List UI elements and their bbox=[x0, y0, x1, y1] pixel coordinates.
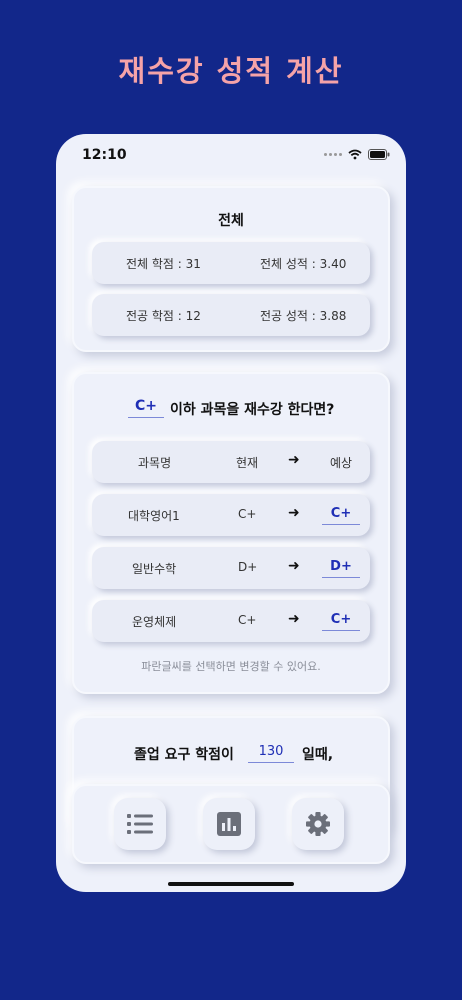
summary-title: 전체 bbox=[218, 213, 244, 229]
arrow-icon: ➜ bbox=[288, 558, 300, 574]
phone-screen: 12:10 전체 전체 학점 : 31 전체 성적 : 3.40 전공 학점 :… bbox=[56, 134, 406, 892]
expected-grade-selector[interactable]: C+ bbox=[322, 506, 360, 525]
threshold-grade-selector[interactable]: C+ bbox=[128, 398, 164, 418]
gear-icon bbox=[306, 812, 330, 836]
major-credits: 전공 학점 : 12 bbox=[126, 309, 201, 323]
tab-chart[interactable] bbox=[203, 798, 255, 850]
current-grade: C+ bbox=[238, 613, 257, 627]
retake-header-row: 과목명 현재 ➜ 예상 bbox=[92, 441, 370, 483]
course-name: 일반수학 bbox=[132, 562, 177, 576]
signal-icon bbox=[324, 153, 342, 156]
header-expected: 예상 bbox=[330, 456, 353, 470]
arrow-icon: ➜ bbox=[288, 505, 300, 521]
table-row: 일반수학 D+ ➜ D+ bbox=[92, 547, 370, 589]
tab-bar bbox=[72, 784, 390, 864]
course-name: 대학영어1 bbox=[128, 509, 180, 523]
required-credits-input[interactable]: 130 bbox=[248, 744, 294, 763]
major-row: 전공 학점 : 12 전공 성적 : 3.88 bbox=[92, 294, 370, 336]
promo-title: 재수강 성적 계산 bbox=[118, 54, 344, 88]
graduation-prefix: 졸업 요구 학점이 bbox=[134, 747, 234, 763]
graduation-suffix: 일때, bbox=[302, 747, 334, 763]
chart-icon bbox=[217, 812, 241, 836]
home-indicator bbox=[168, 882, 294, 886]
hint-text: 파란글씨를 선택하면 변경할 수 있어요. bbox=[141, 660, 321, 673]
wifi-icon bbox=[348, 149, 362, 160]
total-row: 전체 학점 : 31 전체 성적 : 3.40 bbox=[92, 242, 370, 284]
course-name: 운영체제 bbox=[132, 615, 177, 629]
total-gpa: 전체 성적 : 3.40 bbox=[260, 257, 347, 271]
major-gpa: 전공 성적 : 3.88 bbox=[260, 309, 347, 323]
tab-settings[interactable] bbox=[292, 798, 344, 850]
total-credits: 전체 학점 : 31 bbox=[126, 257, 201, 271]
arrow-icon: ➜ bbox=[288, 611, 300, 627]
status-time: 12:10 bbox=[82, 147, 127, 163]
summary-card: 전체 전체 학점 : 31 전체 성적 : 3.40 전공 학점 : 12 전공… bbox=[72, 186, 390, 352]
battery-icon bbox=[368, 149, 390, 160]
expected-grade-selector[interactable]: C+ bbox=[322, 612, 360, 631]
expected-grade-selector[interactable]: D+ bbox=[322, 559, 360, 578]
header-current: 현재 bbox=[236, 456, 259, 470]
table-row: 대학영어1 C+ ➜ C+ bbox=[92, 494, 370, 536]
table-row: 운영체제 C+ ➜ C+ bbox=[92, 600, 370, 642]
current-grade: D+ bbox=[238, 560, 258, 574]
header-course: 과목명 bbox=[138, 456, 172, 470]
retake-question: 이하 과목을 재수강 한다면? bbox=[170, 402, 335, 418]
status-icons bbox=[324, 149, 390, 160]
current-grade: C+ bbox=[238, 507, 257, 521]
status-bar: 12:10 bbox=[56, 134, 406, 178]
tab-list[interactable] bbox=[114, 798, 166, 850]
list-icon bbox=[127, 814, 153, 834]
retake-card: C+ 이하 과목을 재수강 한다면? 과목명 현재 ➜ 예상 대학영어1 C+ … bbox=[72, 372, 390, 694]
arrow-icon: ➜ bbox=[288, 452, 300, 468]
